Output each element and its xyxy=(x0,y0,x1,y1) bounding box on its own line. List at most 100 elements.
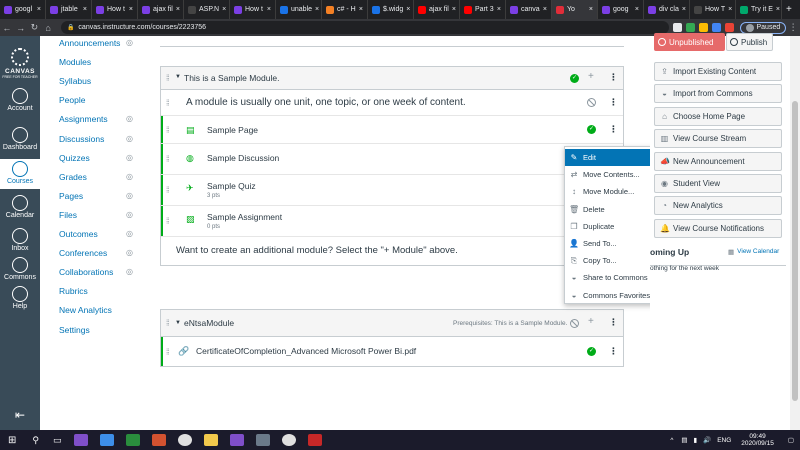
new-analytics-button[interactable]: ◔ New Analytics xyxy=(654,196,782,216)
search-icon[interactable]: ⚲ xyxy=(32,435,39,446)
module-item[interactable]: ⁞⁞ ▤ Sample Page ✓ ⋮ xyxy=(161,116,623,144)
menu-item-edit[interactable]: ✎ Edit xyxy=(565,149,657,166)
canvas-logo[interactable]: CANVAS FREE FOR TEACHER xyxy=(0,48,40,79)
global-nav-courses[interactable]: Courses xyxy=(0,159,40,189)
drag-handle-icon[interactable]: ⁞⁞ xyxy=(166,155,170,164)
item-title[interactable]: CertificateOfCompletion_Advanced Microso… xyxy=(196,346,416,356)
global-nav-commons[interactable]: Commons xyxy=(0,255,40,285)
item-title[interactable]: Sample Quiz xyxy=(207,181,256,191)
tab-close-icon[interactable]: × xyxy=(728,6,732,13)
item-title[interactable]: Sample Assignment xyxy=(207,212,282,222)
drag-handle-icon[interactable]: ⁞⁞ xyxy=(166,74,170,83)
module-item[interactable]: ⁞⁞ ▨ Sample Assignment 0 pts xyxy=(161,206,623,237)
chrome-icon[interactable] xyxy=(177,434,192,446)
menu-item-send-to[interactable]: 👤 Send To... xyxy=(565,235,657,252)
add-item-icon[interactable]: + xyxy=(588,316,594,327)
extension-icon[interactable] xyxy=(699,23,708,32)
drag-handle-icon[interactable]: ⁞⁞ xyxy=(166,347,170,356)
extension-icon[interactable] xyxy=(724,23,734,32)
app-icon[interactable] xyxy=(151,434,166,446)
browser-tab[interactable]: c# - H × xyxy=(322,0,368,19)
choose-home-page-button[interactable]: ⌂ Choose Home Page xyxy=(654,106,782,126)
reload-icon[interactable]: ↻ xyxy=(27,22,41,33)
view-calendar-link[interactable]: ▦ View Calendar xyxy=(728,248,779,256)
windows-start-icon[interactable]: ⊞ xyxy=(8,435,16,446)
collapse-caret-icon[interactable]: ▼ xyxy=(175,74,181,80)
drag-handle-icon[interactable]: ⁞⁞ xyxy=(166,186,170,195)
chrome-icon[interactable] xyxy=(281,434,296,446)
browser-tab[interactable]: Part 3 × xyxy=(460,0,506,19)
course-nav-conferences[interactable]: Conferences xyxy=(59,248,107,258)
import-from-commons-button[interactable]: ◒ Import from Commons xyxy=(654,84,782,104)
module-header[interactable]: ⁞⁞ ▼ This is a Sample Module. ✓ + ⋮ xyxy=(161,67,623,90)
publish-button[interactable]: Publish xyxy=(726,33,773,51)
collapse-nav-icon[interactable]: ⇤ xyxy=(0,408,40,422)
file-explorer-icon[interactable] xyxy=(203,434,218,446)
item-options-icon[interactable]: ⋮ xyxy=(609,346,618,357)
tab-close-icon[interactable]: × xyxy=(497,6,501,13)
add-item-icon[interactable]: + xyxy=(588,71,594,82)
course-nav-outcomes[interactable]: Outcomes xyxy=(59,229,98,239)
drag-handle-icon[interactable]: ⁞⁞ xyxy=(166,319,170,328)
menu-item-commons-favorites[interactable]: ◒ Commons Favorites xyxy=(565,287,657,304)
view-course-stream-button[interactable]: ▥ View Course Stream xyxy=(654,129,782,149)
tray-chevron-icon[interactable]: ^ xyxy=(670,437,673,444)
notifications-icon[interactable]: ▢ xyxy=(788,436,794,444)
course-nav-collaborations[interactable]: Collaborations xyxy=(59,267,113,277)
browser-tab[interactable]: canva × xyxy=(506,0,552,19)
menu-item-duplicate[interactable]: ❐ Duplicate xyxy=(565,218,657,235)
app-icon[interactable] xyxy=(125,434,140,446)
drag-handle-icon[interactable]: ⁞⁞ xyxy=(166,98,170,107)
course-nav-discussions[interactable]: Discussions xyxy=(59,134,104,144)
course-nav-settings[interactable]: Settings xyxy=(59,325,90,335)
extension-icon[interactable] xyxy=(673,23,683,32)
unpublished-icon[interactable] xyxy=(570,319,579,328)
menu-item-share-to-commons[interactable]: ◒ Share to Commons xyxy=(565,269,657,286)
tab-close-icon[interactable]: × xyxy=(129,6,133,13)
course-nav-rubrics[interactable]: Rubrics xyxy=(59,286,88,296)
published-check-icon[interactable]: ✓ xyxy=(587,347,596,356)
browser-tab[interactable]: $.widg × xyxy=(368,0,414,19)
page-scrollbar[interactable] xyxy=(790,36,800,430)
browser-tab[interactable]: ajax fil × xyxy=(414,0,460,19)
tab-close-icon[interactable]: × xyxy=(222,6,226,13)
global-nav-calendar[interactable]: Calendar xyxy=(0,193,40,223)
task-view-icon[interactable]: ▭ xyxy=(53,435,62,446)
menu-item-delete[interactable]: 🗑 Delete xyxy=(565,201,657,218)
menu-item-copy-to[interactable]: ⎘ Copy To... xyxy=(565,252,657,269)
volume-icon[interactable]: 🔊 xyxy=(703,436,711,444)
visual-studio-icon[interactable] xyxy=(229,434,244,446)
published-check-icon[interactable]: ✓ xyxy=(587,125,596,134)
browser-tab[interactable]: ajax fil × xyxy=(138,0,184,19)
browser-tab[interactable]: How T × xyxy=(690,0,736,19)
item-options-icon[interactable]: ⋮ xyxy=(609,97,618,108)
browser-tab[interactable]: jtable × xyxy=(46,0,92,19)
tab-close-icon[interactable]: × xyxy=(176,6,180,13)
tab-close-icon[interactable]: × xyxy=(359,6,363,13)
unpublished-icon[interactable] xyxy=(587,98,596,107)
app-icon[interactable] xyxy=(99,434,114,446)
import-existing-content-button[interactable]: ⇪ Import Existing Content xyxy=(654,62,782,81)
global-nav-account[interactable]: Account xyxy=(0,86,40,116)
course-nav-grades[interactable]: Grades xyxy=(59,172,87,182)
app-icon[interactable] xyxy=(307,434,322,446)
global-nav-help[interactable]: Help xyxy=(0,284,40,314)
published-check-icon[interactable]: ✓ xyxy=(570,74,579,83)
course-nav-announcements[interactable]: Announcements xyxy=(59,38,120,48)
menu-item-move-contents[interactable]: ⇄ Move Contents... xyxy=(565,166,657,183)
browser-tab[interactable]: goog × xyxy=(598,0,644,19)
course-nav-assignments[interactable]: Assignments xyxy=(59,114,108,124)
browser-tab[interactable]: div cla × xyxy=(644,0,690,19)
course-nav-modules[interactable]: Modules xyxy=(59,57,91,67)
tab-close-icon[interactable]: × xyxy=(452,6,456,13)
module-options-icon[interactable]: ⋮ xyxy=(609,317,618,328)
drag-handle-icon[interactable]: ⁞⁞ xyxy=(166,125,170,134)
browser-tab[interactable]: How t × xyxy=(230,0,276,19)
tab-close-icon[interactable]: × xyxy=(406,6,410,13)
global-nav-inbox[interactable]: Inbox xyxy=(0,226,40,256)
browser-tab[interactable]: Try it E × xyxy=(736,0,782,19)
battery-icon[interactable]: ▮ xyxy=(694,436,698,444)
browser-tab[interactable]: Yo × xyxy=(552,0,598,19)
course-nav-syllabus[interactable]: Syllabus xyxy=(59,76,91,86)
clock[interactable]: 09:49 2020/09/15 xyxy=(741,433,774,447)
